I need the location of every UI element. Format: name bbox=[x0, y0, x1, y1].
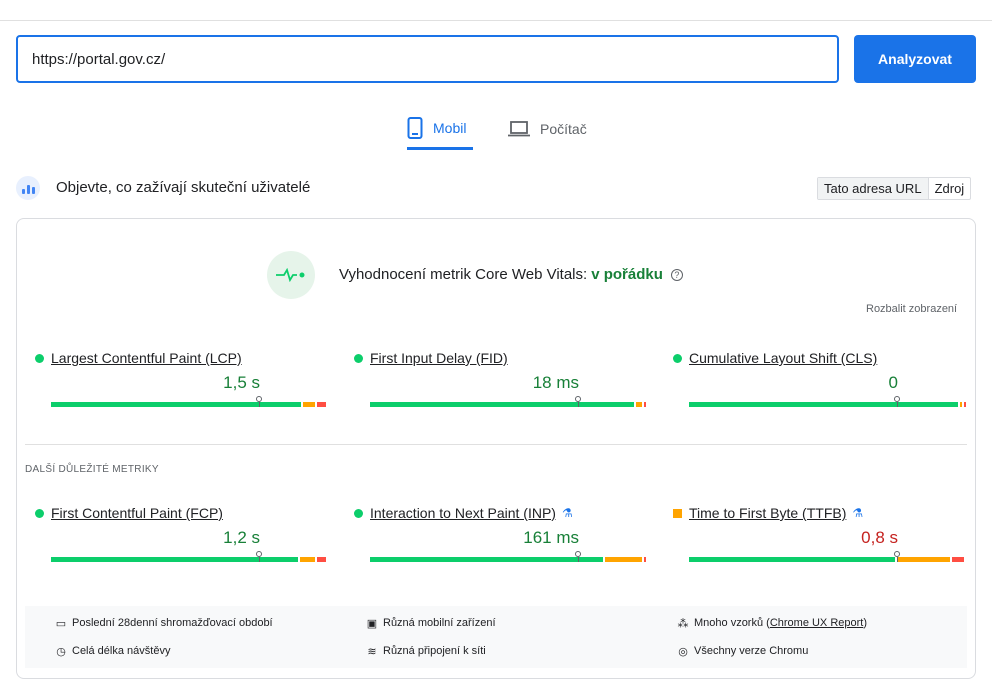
metric-ttfb-name[interactable]: Time to First Byte (TTFB) bbox=[689, 505, 846, 521]
poor-segment bbox=[317, 557, 326, 562]
p75-marker bbox=[256, 551, 262, 557]
data-info-footer bbox=[25, 606, 967, 668]
experimental-flask-icon: ⚗ bbox=[852, 506, 864, 520]
tab-desktop[interactable]: Počítač bbox=[508, 108, 587, 150]
experimental-flask-icon: ⚗ bbox=[561, 506, 573, 520]
metric-inp-name[interactable]: Interaction to Next Paint (INP) bbox=[370, 505, 556, 521]
url-input[interactable] bbox=[16, 35, 839, 83]
calendar-icon: ▭ bbox=[55, 617, 67, 630]
poor-segment bbox=[952, 557, 964, 562]
good-segment bbox=[51, 557, 298, 562]
average-segment bbox=[636, 402, 642, 407]
metric-fid-value: 18 ms bbox=[532, 373, 579, 392]
devices-icon: ▣ bbox=[366, 617, 378, 630]
p75-marker bbox=[894, 551, 900, 557]
metric-inp-value: 161 ms bbox=[523, 528, 579, 547]
poor-segment bbox=[644, 402, 646, 407]
distribution-bar bbox=[370, 396, 647, 407]
metric-lcp-value: 1,5 s bbox=[223, 373, 260, 392]
footer-period: ▭ Poslední 28denní shromažďovací období bbox=[55, 617, 273, 630]
metric-fid-name[interactable]: First Input Delay (FID) bbox=[370, 350, 508, 366]
metric-cls: Cumulative Layout Shift (CLS) 0 bbox=[673, 350, 966, 420]
good-segment bbox=[370, 557, 603, 562]
good-dot-icon bbox=[673, 353, 682, 363]
good-dot-icon bbox=[35, 508, 44, 518]
good-segment bbox=[51, 402, 301, 407]
distribution-bar bbox=[689, 396, 966, 407]
average-segment bbox=[303, 402, 315, 407]
analyze-button[interactable]: Analyzovat bbox=[854, 35, 976, 83]
metric-lcp: Largest Contentful Paint (LCP) 1,5 s bbox=[35, 350, 326, 420]
footer-chrome: ◎ Všechny verze Chromu bbox=[678, 645, 809, 658]
section-divider bbox=[25, 444, 967, 445]
p75-marker-line bbox=[897, 402, 898, 407]
good-segment bbox=[689, 557, 895, 562]
toggle-origin[interactable]: Zdroj bbox=[929, 178, 971, 199]
other-metrics-title: DALŠÍ DŮLEŽITÉ METRIKY bbox=[25, 464, 159, 475]
distribution-bar bbox=[51, 551, 328, 562]
average-segment bbox=[300, 557, 315, 562]
toggle-this-url[interactable]: Tato adresa URL bbox=[818, 178, 929, 199]
p75-marker bbox=[575, 551, 581, 557]
p75-marker-line bbox=[259, 402, 260, 407]
cwv-status: v pořádku bbox=[591, 266, 663, 283]
cwv-assessment: Vyhodnocení metrik Core Web Vitals: v po… bbox=[339, 266, 683, 283]
good-dot-icon bbox=[35, 353, 44, 363]
p75-marker-line bbox=[578, 557, 579, 562]
average-segment bbox=[605, 557, 642, 562]
samples-icon: ⁂ bbox=[677, 617, 689, 630]
distribution-bar bbox=[51, 396, 328, 407]
users-chart-icon bbox=[16, 176, 40, 200]
tab-mobile-label: Mobil bbox=[433, 119, 467, 136]
footer-samples: ⁂ Mnoho vzorků (Chrome UX Report) bbox=[677, 617, 868, 630]
distribution-bar bbox=[689, 551, 966, 562]
metric-fcp-name[interactable]: First Contentful Paint (FCP) bbox=[51, 505, 223, 521]
metric-cls-value: 0 bbox=[888, 373, 898, 392]
p75-marker bbox=[894, 396, 900, 402]
good-dot-icon bbox=[354, 508, 363, 518]
tab-mobile[interactable]: Mobil bbox=[407, 108, 473, 150]
poor-segment bbox=[317, 402, 326, 407]
laptop-icon bbox=[508, 121, 530, 137]
footer-duration: ◷ Celá délka návštěvy bbox=[56, 645, 171, 658]
p75-marker-line bbox=[578, 402, 579, 407]
footer-network: ≋ Různá připojení k síti bbox=[367, 645, 486, 658]
p75-marker bbox=[575, 396, 581, 402]
expand-view-link[interactable]: Rozbalit zobrazení bbox=[866, 303, 957, 315]
url-origin-toggle: Tato adresa URL Zdroj bbox=[817, 177, 972, 200]
metric-lcp-name[interactable]: Largest Contentful Paint (LCP) bbox=[51, 350, 242, 366]
tab-desktop-label: Počítač bbox=[540, 121, 587, 137]
metric-fcp-value: 1,2 s bbox=[223, 528, 260, 547]
metric-ttfb-value: 0,8 s bbox=[861, 528, 898, 547]
good-segment bbox=[689, 402, 958, 407]
average-segment bbox=[960, 402, 962, 407]
chrome-icon: ◎ bbox=[678, 645, 688, 658]
footer-devices: ▣ Různá mobilní zařízení bbox=[366, 617, 496, 630]
wifi-icon: ≋ bbox=[367, 645, 377, 658]
top-divider bbox=[0, 20, 992, 21]
p75-marker-line bbox=[897, 557, 898, 562]
crux-report-link[interactable]: Chrome UX Report bbox=[770, 617, 864, 629]
smartphone-icon bbox=[407, 116, 423, 139]
metric-ttfb: Time to First Byte (TTFB) ⚗ 0,8 s bbox=[673, 505, 964, 575]
poor-segment bbox=[964, 402, 966, 407]
metric-cls-name[interactable]: Cumulative Layout Shift (CLS) bbox=[689, 350, 877, 366]
metric-inp: Interaction to Next Paint (INP) ⚗ 161 ms bbox=[354, 505, 646, 575]
average-square-icon bbox=[673, 508, 682, 518]
good-dot-icon bbox=[354, 353, 363, 363]
p75-marker bbox=[256, 396, 262, 402]
metric-fid: First Input Delay (FID) 18 ms bbox=[354, 350, 646, 420]
timer-icon: ◷ bbox=[56, 645, 66, 658]
metric-fcp: First Contentful Paint (FCP) 1,2 s bbox=[35, 505, 326, 575]
good-segment bbox=[370, 402, 634, 407]
distribution-bar bbox=[370, 551, 647, 562]
help-icon[interactable]: ? bbox=[670, 268, 683, 281]
field-data-title: Objevte, co zažívají skuteční uživatelé bbox=[56, 179, 311, 196]
cwv-label: Vyhodnocení metrik Core Web Vitals: bbox=[339, 266, 588, 283]
p75-marker-line bbox=[259, 557, 260, 562]
average-segment bbox=[897, 557, 950, 562]
pulse-icon bbox=[267, 251, 315, 299]
poor-segment bbox=[644, 557, 646, 562]
